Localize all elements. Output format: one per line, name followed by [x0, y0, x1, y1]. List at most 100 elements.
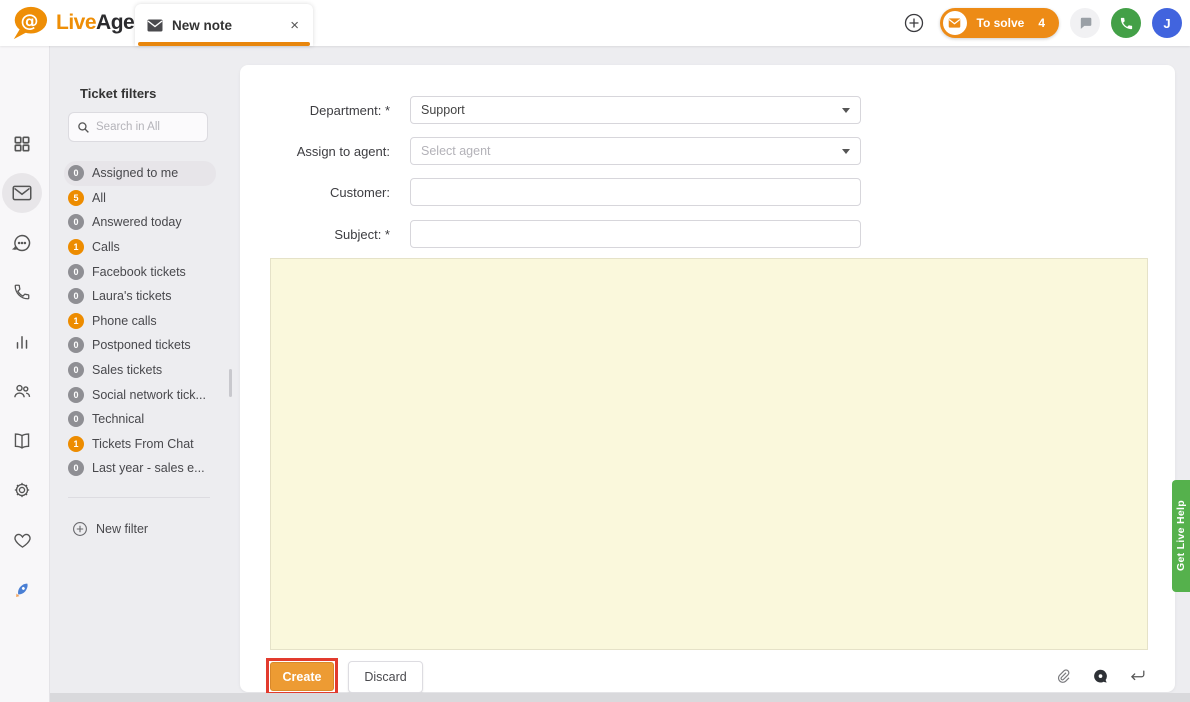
filter-label: Phone calls [92, 314, 157, 328]
svg-text:@: @ [20, 11, 38, 32]
customer-row: Customer: [240, 178, 861, 206]
new-note-form-card: Department: * Support Assign to agent: S… [240, 65, 1175, 692]
filter-item-phone-calls[interactable]: 1 Phone calls [64, 309, 216, 334]
filter-search[interactable] [68, 112, 208, 142]
form-actions: Create Discard [266, 658, 423, 695]
calls-button[interactable] [1111, 8, 1141, 38]
brand-live: Live [56, 11, 96, 34]
nav-dashboard-icon[interactable] [10, 132, 34, 156]
filter-item-social-network-tickets[interactable]: 0Social network tick... [64, 382, 216, 407]
filter-badge: 0 [68, 288, 84, 304]
assign-agent-placeholder: Select agent [421, 144, 491, 158]
filter-item-tickets-from-chat[interactable]: 1 Tickets From Chat [64, 432, 216, 457]
subject-input[interactable] [421, 227, 850, 241]
filter-badge: 0 [68, 165, 84, 181]
department-select[interactable]: Support [410, 96, 861, 124]
new-filter-button[interactable]: New filter [72, 521, 148, 537]
to-solve-count: 4 [1038, 16, 1045, 30]
chats-button[interactable] [1070, 8, 1100, 38]
chat-bubble-icon [1078, 16, 1093, 30]
get-live-help-tab[interactable]: Get Live Help [1172, 480, 1190, 592]
filter-badge: 0 [68, 362, 84, 378]
filter-label: Postponed tickets [92, 338, 191, 352]
tab-close-icon[interactable]: × [288, 17, 301, 34]
assign-agent-select[interactable]: Select agent [410, 137, 861, 165]
add-button[interactable] [899, 8, 929, 38]
filter-label: Laura's tickets [92, 289, 172, 303]
filter-badge: 1 [68, 436, 84, 452]
filter-badge: 0 [68, 214, 84, 230]
customer-label: Customer: [240, 185, 410, 200]
create-button[interactable]: Create [270, 662, 334, 691]
get-live-help-label: Get Live Help [1175, 500, 1187, 571]
user-avatar[interactable]: J [1152, 8, 1182, 38]
customer-input[interactable] [421, 185, 850, 199]
filter-badge: 5 [68, 190, 84, 206]
plus-circle-icon [72, 521, 88, 537]
phone-icon [1119, 16, 1134, 31]
return-arrow-icon[interactable] [1126, 665, 1148, 687]
filter-item-all[interactable]: 5 All [64, 186, 216, 211]
to-solve-label: To solve [977, 16, 1025, 30]
filter-item-answered-today[interactable]: 0 Answered today [64, 210, 216, 235]
filter-badge: 1 [68, 313, 84, 329]
nav-getting-started-rocket-icon[interactable] [10, 578, 34, 602]
search-icon [77, 121, 90, 134]
nav-settings-icon[interactable] [10, 478, 34, 502]
nav-calls-icon[interactable] [10, 280, 34, 304]
tab-new-note[interactable]: New note × [135, 4, 313, 46]
chevron-down-icon [842, 149, 850, 154]
filter-badge: 0 [68, 411, 84, 427]
filter-item-last-year-sales[interactable]: 0Last year - sales e... [64, 456, 216, 481]
filter-item-sales-tickets[interactable]: 0 Sales tickets [64, 358, 216, 383]
filter-item-postponed-tickets[interactable]: 0 Postponed tickets [64, 333, 216, 358]
nav-favorites-icon[interactable] [10, 528, 34, 552]
note-body-editor[interactable] [270, 258, 1148, 650]
filter-search-input[interactable] [96, 121, 196, 133]
attachment-paperclip-icon[interactable] [1052, 665, 1074, 687]
filter-label: Tickets From Chat [92, 437, 194, 451]
nav-knowledgebase-icon[interactable] [10, 429, 34, 453]
nav-chats-icon[interactable] [10, 231, 34, 255]
nav-tickets-icon[interactable] [10, 181, 34, 205]
to-solve-envelope-icon [943, 11, 967, 35]
nav-reports-icon[interactable] [10, 330, 34, 354]
tab-title: New note [172, 18, 279, 33]
filter-label: Last year - sales e... [92, 461, 205, 475]
panel-divider [68, 497, 210, 498]
discard-button[interactable]: Discard [348, 661, 423, 693]
filter-item-facebook-tickets[interactable]: 0 Facebook tickets [64, 259, 216, 284]
customer-field[interactable] [410, 178, 861, 206]
subject-label: Subject: * [240, 227, 410, 242]
ticket-filters-title: Ticket filters [80, 86, 156, 101]
top-bar: @ LiveAgent New note × To solve 4 [0, 0, 1190, 46]
new-filter-label: New filter [96, 522, 148, 536]
department-label: Department: * [240, 103, 410, 118]
filter-item-calls[interactable]: 1Calls [64, 235, 216, 260]
subject-field[interactable] [410, 220, 861, 248]
filter-badge: 0 [68, 264, 84, 280]
filter-scrollbar-thumb[interactable] [229, 369, 232, 397]
department-row: Department: * Support [240, 96, 861, 124]
filter-item-assigned-to-me[interactable]: 0 Assigned to me [64, 161, 216, 186]
filter-item-lauras-tickets[interactable]: 0 Laura's tickets [64, 284, 216, 309]
filter-label: All [92, 191, 106, 205]
canned-message-bubble-icon[interactable] [1089, 665, 1111, 687]
tab-active-underline [138, 42, 310, 46]
filter-label: Answered today [92, 215, 182, 229]
liveagent-bubble-icon: @ [8, 4, 50, 42]
department-value: Support [421, 103, 465, 117]
filter-list: 0Assigned to me 5All 0Answered today 1Ca… [64, 161, 216, 481]
filter-label: Sales tickets [92, 363, 162, 377]
chevron-down-icon [842, 108, 850, 113]
left-icon-rail [0, 46, 50, 702]
filter-badge: 0 [68, 337, 84, 353]
create-button-highlight: Create [266, 658, 338, 695]
nav-customers-icon[interactable] [10, 379, 34, 403]
filter-label: Assigned to me [92, 166, 178, 180]
filter-item-technical[interactable]: 0Technical [64, 407, 216, 432]
to-solve-button[interactable]: To solve 4 [940, 8, 1059, 38]
liveagent-logo[interactable]: @ LiveAgent [8, 4, 153, 42]
filter-label: Facebook tickets [92, 265, 186, 279]
filter-label: Calls [92, 240, 120, 254]
